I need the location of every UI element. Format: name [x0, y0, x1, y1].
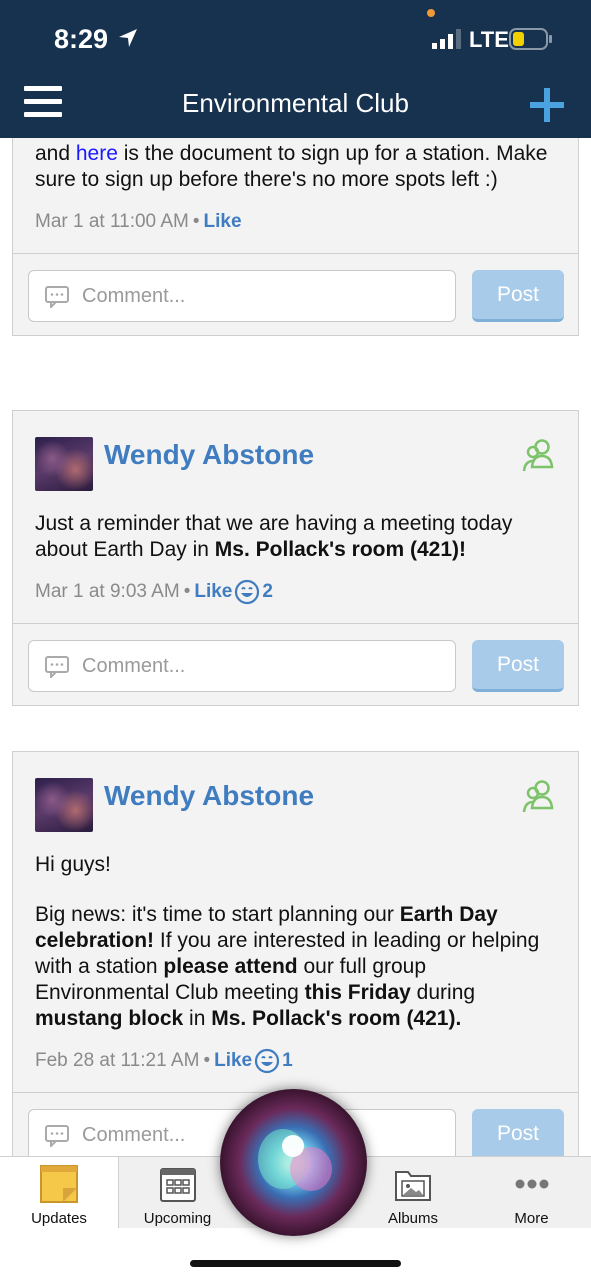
- tab-updates[interactable]: Updates: [0, 1157, 118, 1229]
- comment-bubble-icon: [45, 656, 69, 678]
- tab-more[interactable]: More: [472, 1157, 591, 1229]
- comment-bar: Comment... Post: [13, 623, 578, 705]
- smiley-icon: [255, 1048, 280, 1074]
- author-name[interactable]: Wendy Abstone: [104, 439, 314, 471]
- post-author-row: Wendy Abstone: [35, 411, 556, 511]
- comment-input[interactable]: Comment...: [28, 640, 456, 692]
- signal-icon: [432, 29, 461, 49]
- tab-label: Albums: [387, 1210, 439, 1227]
- home-indicator[interactable]: [190, 1260, 401, 1267]
- avatar[interactable]: [35, 778, 93, 832]
- post-text: Big news: it's time to start planning ou…: [35, 903, 540, 1030]
- post-meta: Feb 28 at 11:21 AM • Like 1: [35, 1044, 556, 1078]
- post-author-row: Wendy Abstone: [35, 752, 556, 852]
- post-button[interactable]: Post: [472, 1109, 564, 1158]
- location-arrow-icon: [119, 29, 137, 47]
- post-card: and here is the document to sign up for …: [12, 138, 579, 336]
- status-time: 8:29: [54, 24, 109, 54]
- tab-label: Upcoming: [143, 1210, 212, 1227]
- document-link[interactable]: here: [76, 142, 118, 165]
- like-button[interactable]: Like: [194, 581, 232, 603]
- like-button[interactable]: Like: [214, 1050, 252, 1072]
- author-name[interactable]: Wendy Abstone: [104, 780, 314, 812]
- comment-placeholder: Comment...: [82, 285, 186, 307]
- battery-icon: [509, 28, 552, 50]
- post-date: Mar 1 at 11:00 AM: [35, 211, 189, 232]
- privacy-indicator: [427, 9, 435, 17]
- app-header: 8:29 LTE Environmental Club: [0, 0, 591, 138]
- avatar[interactable]: [35, 437, 93, 491]
- like-button[interactable]: Like: [204, 211, 242, 233]
- post-date: Feb 28 at 11:21 AM: [35, 1050, 200, 1071]
- post-meta: Mar 1 at 11:00 AM • Like: [35, 211, 242, 233]
- reaction-count[interactable]: 2: [234, 579, 273, 605]
- tab-albums[interactable]: Albums: [354, 1157, 472, 1229]
- tab-label: More: [514, 1210, 549, 1227]
- tab-upcoming[interactable]: Upcoming: [118, 1157, 236, 1229]
- comment-bar: Comment... Post: [13, 253, 578, 335]
- post-meta: Mar 1 at 9:03 AM • Like 2: [35, 575, 556, 609]
- smiley-icon: [235, 579, 260, 605]
- comment-bubble-icon: [45, 1125, 69, 1147]
- network-label: LTE: [469, 27, 509, 52]
- photo-album-icon: [395, 1171, 431, 1201]
- post-text: and here is the document to sign up for …: [35, 142, 548, 191]
- post-greeting: Hi guys!: [35, 853, 111, 876]
- tab-label: Updates: [31, 1210, 87, 1227]
- comment-placeholder: Comment...: [82, 1124, 186, 1146]
- page-title: Environmental Club: [182, 88, 409, 118]
- sticky-note-icon: [40, 1165, 78, 1203]
- post-card: Wendy Abstone Just a reminder that we ar…: [12, 410, 579, 706]
- feed[interactable]: and here is the document to sign up for …: [0, 138, 591, 1158]
- more-dots-icon: [515, 1179, 548, 1189]
- post-button[interactable]: Post: [472, 270, 564, 322]
- reaction-count[interactable]: 1: [254, 1048, 293, 1074]
- comment-placeholder: Comment...: [82, 655, 186, 677]
- post-date: Mar 1 at 9:03 AM: [35, 581, 180, 602]
- post-text: Just a reminder that we are having a mee…: [35, 512, 513, 561]
- comment-bubble-icon: [45, 286, 69, 308]
- post-button[interactable]: Post: [472, 640, 564, 692]
- add-icon[interactable]: [528, 86, 566, 124]
- group-members-icon[interactable]: [522, 778, 556, 814]
- siri-orb-icon[interactable]: [220, 1089, 367, 1236]
- comment-input[interactable]: Comment...: [28, 270, 456, 322]
- group-members-icon[interactable]: [522, 437, 556, 473]
- calendar-icon: [159, 1168, 196, 1202]
